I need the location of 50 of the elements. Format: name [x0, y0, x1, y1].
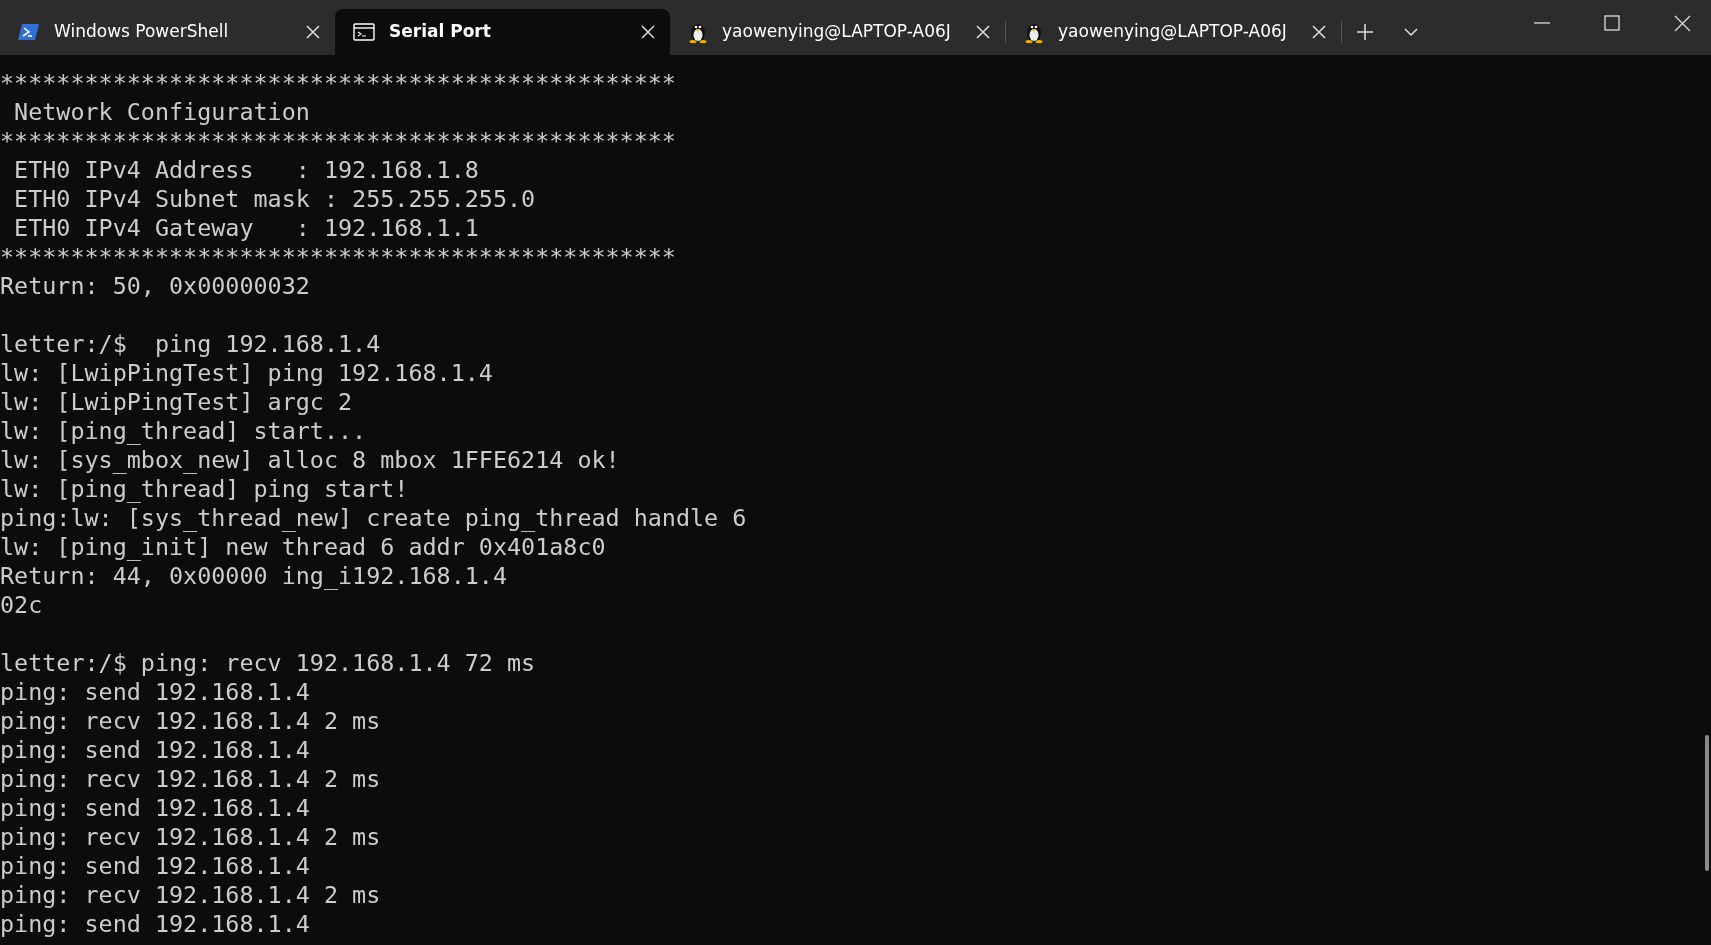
- terminal-line: lw: [sys_mbox_new] alloc 8 mbox 1FFE6214 ok!: [0, 446, 620, 475]
- terminal-line: ETH0 IPv4 Address : 192.168.1.8: [13, 156, 479, 185]
- new-tab-icon: [1356, 23, 1374, 41]
- tab-title: Serial Port: [389, 20, 492, 44]
- terminal-line: ping: send 192.168.1.4: [0, 852, 310, 881]
- terminal-line: 02c: [0, 591, 43, 620]
- terminal-line: ping: recv 192.168.1.4 2 ms: [0, 765, 381, 794]
- terminal-line: ping: send 192.168.1.4: [0, 794, 310, 823]
- terminal-line: ping: recv 192.168.1.4 2 ms: [0, 881, 381, 910]
- tab[interactable]: Serial Port: [335, 9, 670, 55]
- tab-title: yaowenying@LAPTOP-A06J: [1058, 20, 1288, 44]
- penguin-icon: [1024, 21, 1044, 43]
- terminal-line: ************************************************: [0, 243, 676, 272]
- tab[interactable]: yaowenying@LAPTOP-A06J: [1006, 9, 1341, 55]
- terminal-line: ping: send 192.168.1.4: [0, 678, 310, 707]
- terminal-line: letter:/$ ping 192.168.1.4: [0, 330, 381, 359]
- close-icon[interactable]: [640, 24, 656, 40]
- close-window-icon: [1673, 14, 1691, 32]
- terminal-line: lw: [ping_init] new thread 6 addr 0x401a8c0: [0, 533, 606, 562]
- maximize-icon: [1604, 15, 1620, 31]
- dropdown-icon: [1404, 28, 1418, 36]
- tab[interactable]: yaowenying@LAPTOP-A06J: [670, 9, 1005, 55]
- close-icon[interactable]: [1311, 24, 1327, 40]
- scrollbar-thumb[interactable]: [1705, 735, 1709, 871]
- terminal-line: ************************************************: [0, 69, 676, 98]
- terminal-line: ETH0 IPv4 Subnet mask : 255.255.255.0: [13, 185, 536, 214]
- terminal-line: Return: 44, 0x00000 ing_i192.168.1.4: [0, 562, 507, 591]
- terminal-line: Network Configuration: [13, 98, 310, 127]
- tab-title: Windows PowerShell: [54, 20, 230, 44]
- penguin-icon: [688, 21, 708, 43]
- terminal-line: ping: recv 192.168.1.4 2 ms: [0, 823, 381, 852]
- terminal-line: letter:/$ ping: recv 192.168.1.4 72 ms: [0, 649, 536, 678]
- prompt-icon: [18, 23, 40, 41]
- terminal-line: ping: recv 192.168.1.4 2 ms: [0, 707, 381, 736]
- console-icon: [353, 23, 375, 41]
- tab-title: yaowenying@LAPTOP-A06J: [722, 20, 952, 44]
- terminal-line: ping:lw: [sys_thread_new] create ping_thread handle 6: [0, 504, 747, 533]
- minimize-icon: [1534, 22, 1550, 24]
- close-icon[interactable]: [305, 24, 321, 40]
- terminal-line: lw: [LwipPingTest] ping 192.168.1.4: [0, 359, 493, 388]
- terminal-line: lw: [LwipPingTest] argc 2: [0, 388, 353, 417]
- terminal-line: lw: [ping_thread] start...: [0, 417, 367, 446]
- tab[interactable]: Windows PowerShell: [0, 9, 335, 55]
- terminal-line: ping: send 192.168.1.4: [0, 910, 310, 939]
- terminal-line: ping: send 192.168.1.4: [0, 736, 310, 765]
- terminal-line: lw: [ping_thread] ping start!: [0, 475, 409, 504]
- terminal-line: ETH0 IPv4 Gateway : 192.168.1.1: [13, 214, 479, 243]
- terminal-line: Return: 50, 0x00000032: [0, 272, 310, 301]
- close-icon[interactable]: [975, 24, 991, 40]
- terminal-line: ************************************************: [0, 127, 676, 156]
